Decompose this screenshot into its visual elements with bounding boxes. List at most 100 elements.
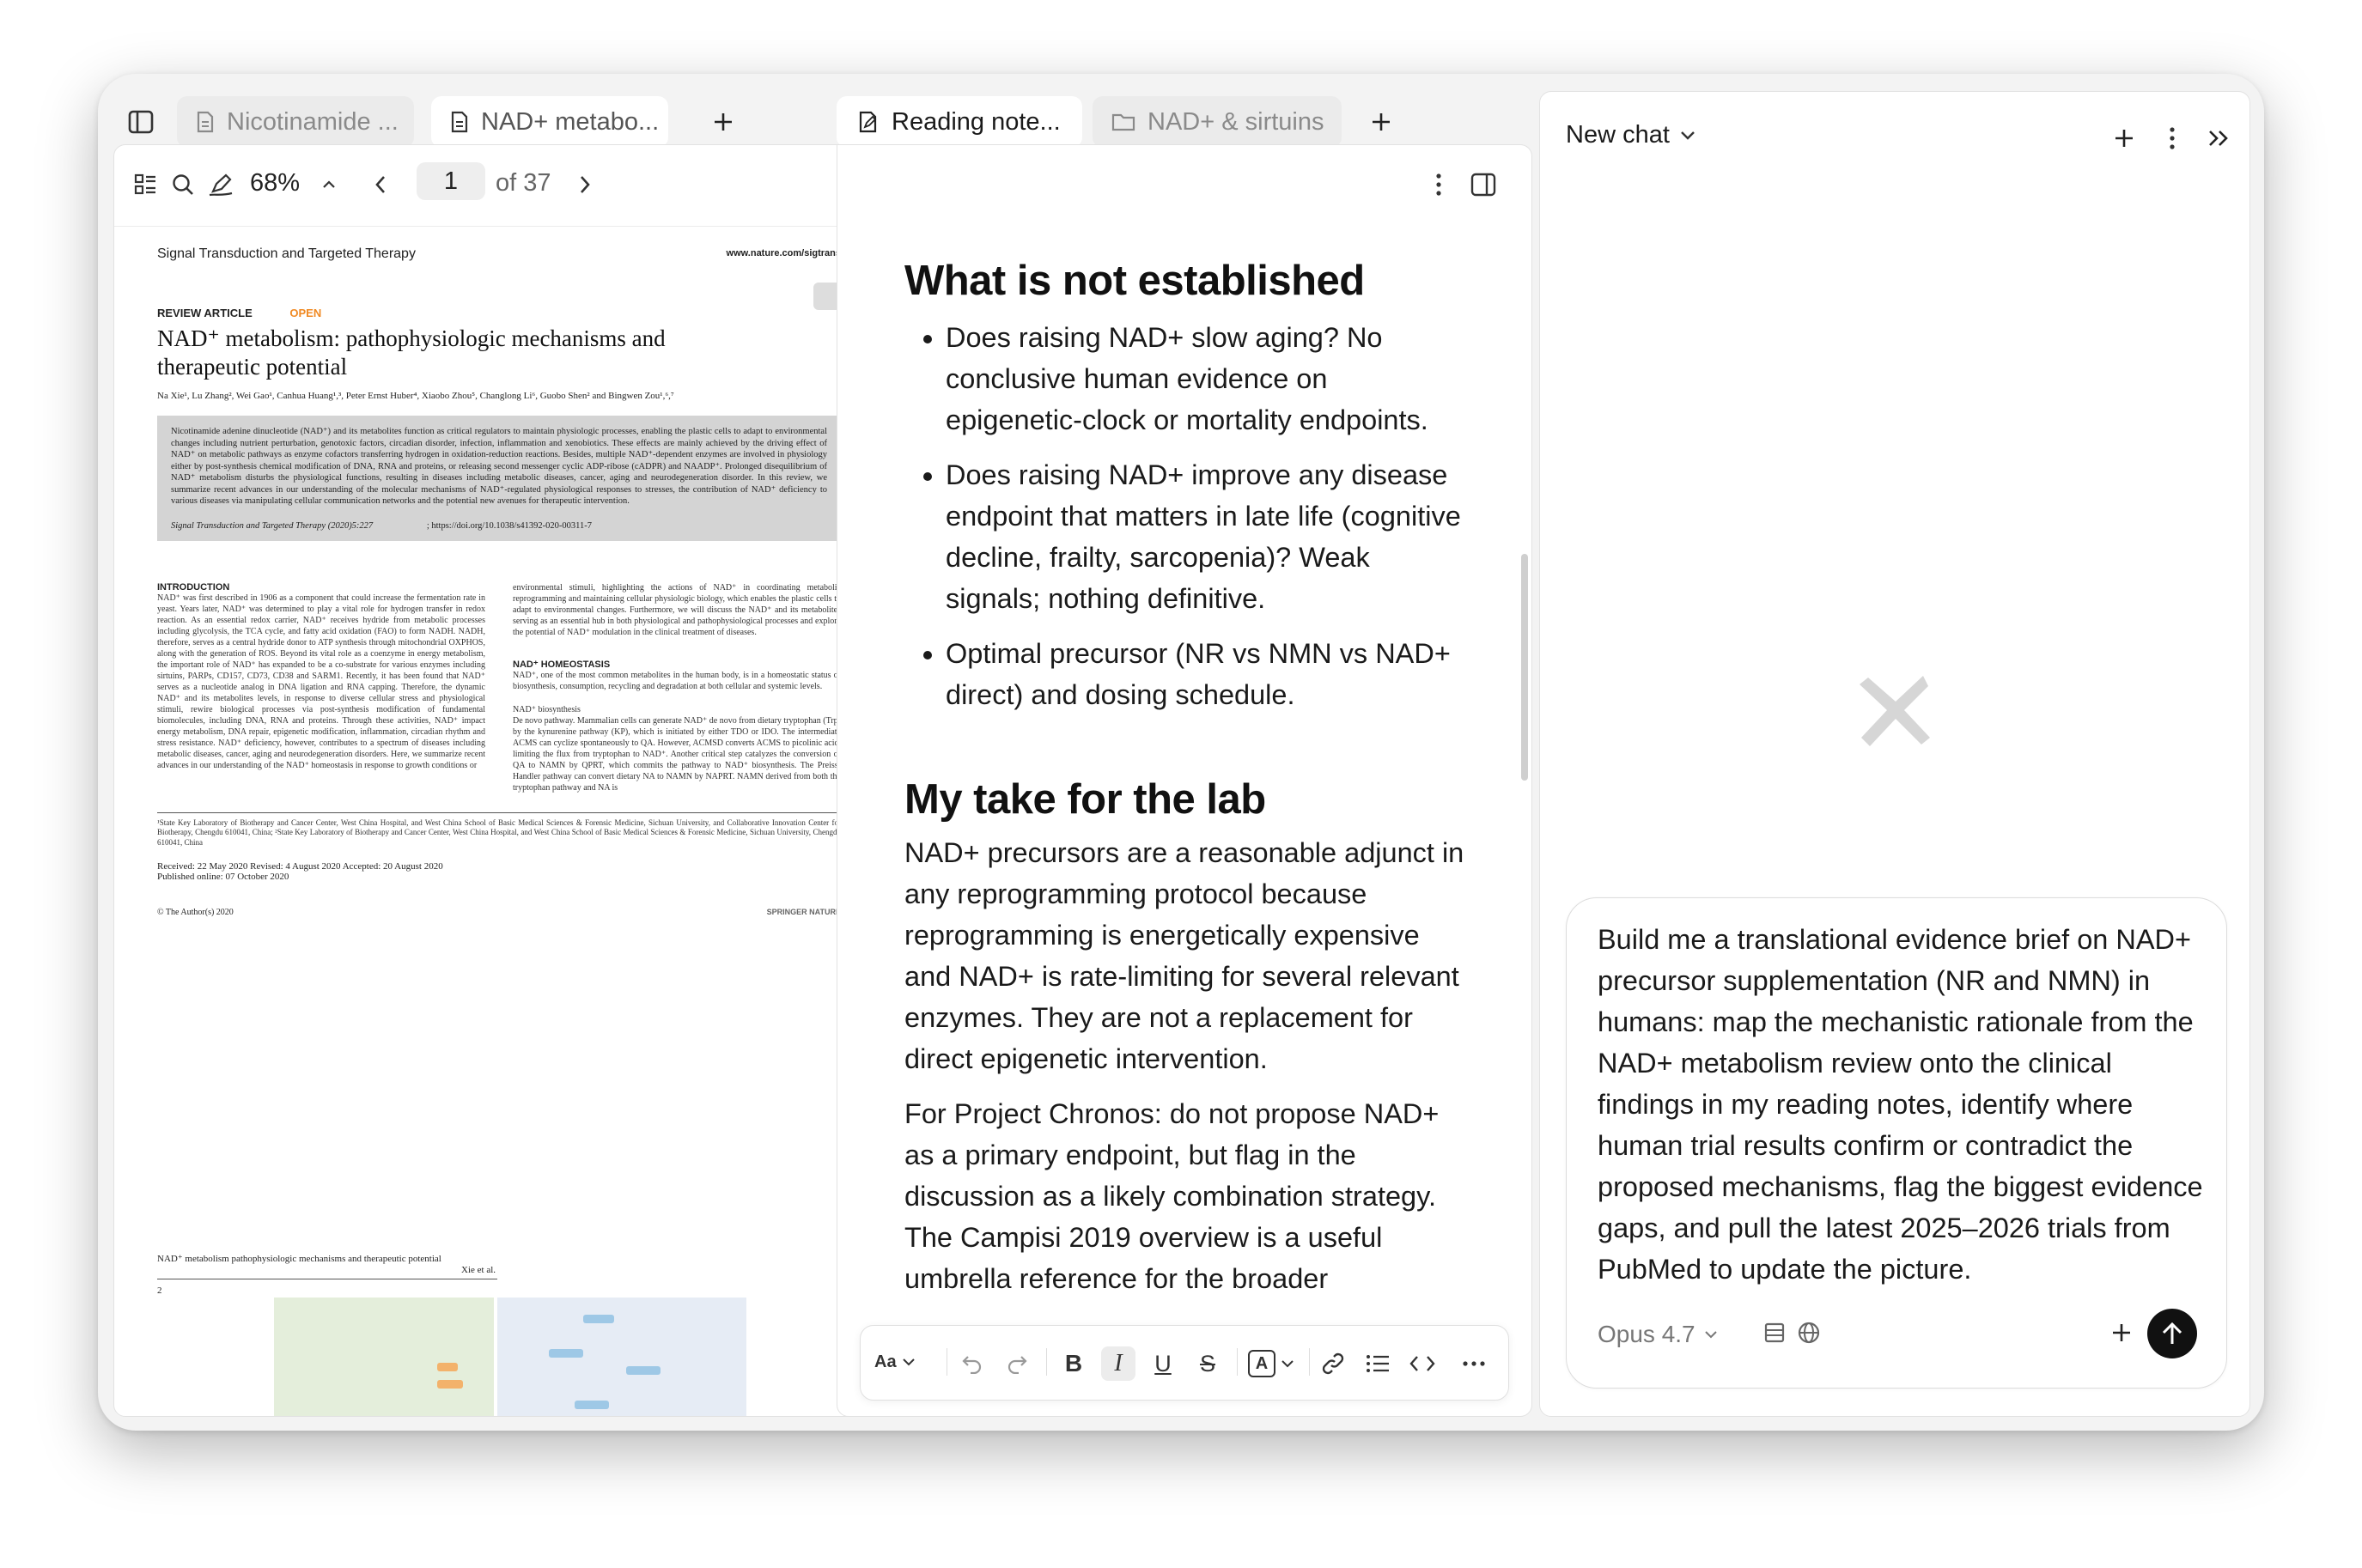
document-icon (196, 111, 215, 133)
article-type: REVIEW ARTICLE (157, 307, 253, 319)
running-title: NAD⁺ metabolism pathophysiologic mechani… (157, 1254, 441, 1264)
sidebar-toggle-icon[interactable] (122, 103, 160, 141)
tab-label: NAD+ & sirtuins (1148, 107, 1324, 136)
format-toolbar: Aa B I U S A (860, 1325, 1509, 1401)
prompt-text[interactable]: Build me a translational evidence brief … (1598, 919, 2207, 1290)
collapse-panel-icon[interactable] (2201, 121, 2236, 155)
tab-label: Nicotinamide ... (227, 107, 399, 136)
model-name: Opus 4.7 (1598, 1321, 1695, 1347)
pdf-page-2: NAD⁺ metabolism pathophysiologic mechani… (157, 1249, 841, 1416)
zoom-chevron-icon[interactable] (312, 167, 346, 202)
list-item: Does raising NAD+ improve any disease en… (946, 454, 1471, 619)
chevron-down-icon (1281, 1360, 1294, 1368)
tab-label: NAD+ metabo... (481, 107, 660, 136)
next-page-icon[interactable] (568, 167, 602, 202)
open-access-badge: OPEN (289, 307, 322, 319)
journal-url[interactable]: www.nature.com/sigtrans (727, 248, 841, 258)
section-heading-my-take: My take for the lab (904, 776, 1266, 823)
new-tab-plus-icon[interactable] (706, 105, 740, 139)
publisher-logo: SPRINGER NATURE (766, 908, 841, 916)
bold-icon[interactable]: B (1056, 1346, 1091, 1381)
chat-title: New chat (1566, 121, 1670, 149)
new-note-tab-plus-icon[interactable] (1364, 105, 1398, 139)
tab-label: Reading note... (892, 107, 1061, 136)
note-content: What is not established Does raising NAD… (904, 248, 1471, 1303)
context-icon[interactable] (1757, 1316, 1792, 1350)
doi[interactable]: ; https://doi.org/10.1038/s41392-020-003… (427, 521, 592, 531)
figure-panel-right (497, 1298, 746, 1416)
tab-nad-sirtuins[interactable]: NAD+ & sirtuins (1093, 96, 1342, 148)
new-chat-plus-icon[interactable] (2107, 121, 2141, 155)
chat-panel: New chat Build me a translational eviden… (1539, 91, 2250, 1417)
page-number: 2 (157, 1285, 162, 1296)
section-heading-not-established: What is not established (904, 258, 1365, 304)
code-icon[interactable] (1405, 1346, 1440, 1381)
notes-panel: What is not established Does raising NAD… (837, 144, 1532, 1417)
attach-plus-icon[interactable] (2104, 1316, 2139, 1350)
model-selector[interactable]: Opus 4.7 (1598, 1321, 1718, 1348)
more-options-icon[interactable] (2155, 121, 2189, 155)
copyright: © The Author(s) 2020 (157, 908, 234, 917)
notes-scrollbar[interactable] (1521, 554, 1528, 781)
paragraph: NAD+ precursors are a reasonable adjunct… (904, 837, 1464, 1074)
tab-nicotinamide[interactable]: Nicotinamide ... (177, 96, 414, 148)
col2-text: environmental stimuli, highlighting the … (513, 582, 841, 637)
article-title: NAD⁺ metabolism: pathophysiologic mechan… (157, 325, 666, 380)
citation: Signal Transduction and Targeted Therapy… (171, 520, 374, 531)
more-options-icon[interactable] (1421, 167, 1456, 202)
folder-icon (1111, 112, 1135, 132)
search-icon[interactable] (166, 167, 200, 202)
received-dates: Received: 22 May 2020 Revised: 4 August … (157, 861, 443, 872)
redo-icon[interactable] (1000, 1346, 1034, 1381)
strikethrough-icon[interactable]: S (1190, 1346, 1225, 1381)
note-edit-icon (857, 110, 880, 134)
figure-1 (274, 1298, 746, 1416)
globe-icon[interactable] (1792, 1316, 1826, 1350)
homeostasis-heading: NAD⁺ HOMEOSTASIS (513, 659, 611, 670)
italic-icon[interactable]: I (1101, 1346, 1135, 1381)
biosynthesis-text: De novo pathway. Mammalian cells can gen… (513, 715, 841, 793)
pdf-page-1: Signal Transduction and Targeted Therapy… (157, 240, 841, 1176)
font-style-dropdown[interactable]: Aa (874, 1345, 916, 1379)
tab-nad-metabolism[interactable]: NAD+ metabo... (431, 96, 668, 148)
abstract-box: Nicotinamide adenine dinucleotide (NAD⁺)… (157, 416, 841, 541)
pdf-viewer-panel: 68% 1 of 37 Signal Transduction and Targ… (113, 144, 924, 1417)
tab-reading-notes[interactable]: Reading note... (837, 96, 1082, 148)
notes-toolbar (837, 145, 1531, 226)
list-icon[interactable] (1361, 1346, 1395, 1381)
link-icon[interactable] (1316, 1346, 1350, 1381)
paragraph: For Project Chronos: do not propose NAD+… (904, 1098, 1440, 1294)
page-total: of 37 (496, 169, 551, 197)
more-icon[interactable] (1457, 1346, 1491, 1381)
thumbnails-icon[interactable] (128, 167, 162, 202)
intro-heading: INTRODUCTION (157, 581, 230, 593)
undo-icon[interactable] (955, 1346, 989, 1381)
running-authors: Xie et al. (461, 1265, 496, 1275)
zoom-level[interactable]: 68% (250, 169, 300, 198)
prev-page-icon[interactable] (363, 167, 398, 202)
list-item: Optimal precursor (NR vs NMN vs NAD+ dir… (946, 633, 1471, 715)
assistant-logo-icon (1854, 669, 1937, 751)
homeostasis-text: NAD⁺, one of the most common metabolites… (513, 670, 841, 691)
not-established-list: Does raising NAD+ slow aging? No conclus… (904, 317, 1471, 715)
arrow-up-icon (2162, 1322, 2182, 1344)
text-color-picker[interactable]: A (1244, 1346, 1299, 1381)
chevron-down-icon (902, 1358, 915, 1366)
send-button[interactable] (2147, 1309, 2197, 1358)
app-window: Nicotinamide ... NAD+ metabo... 68% 1 of… (98, 74, 2264, 1431)
chat-title-dropdown[interactable]: New chat (1566, 121, 1695, 149)
abstract-text: Nicotinamide adenine dinucleotide (NAD⁺)… (171, 427, 827, 506)
side-panel-icon[interactable] (1466, 167, 1501, 202)
list-item: Does raising NAD+ slow aging? No conclus… (946, 317, 1471, 441)
highlighter-icon[interactable] (204, 167, 238, 202)
intro-text: NAD⁺ was first described in 1906 as a co… (157, 593, 485, 770)
chat-input-box[interactable]: Build me a translational evidence brief … (1566, 897, 2227, 1389)
underline-icon[interactable]: U (1146, 1346, 1180, 1381)
author-list: Na Xie¹, Lu Zhang², Wei Gao¹, Canhua Hua… (157, 391, 674, 401)
journal-name: Signal Transduction and Targeted Therapy (157, 246, 416, 261)
page-number-input[interactable]: 1 (417, 162, 485, 200)
chevron-down-icon (1681, 131, 1695, 140)
published-date: Published online: 07 October 2020 (157, 872, 289, 882)
figure-panel-left (274, 1298, 494, 1416)
chevron-down-icon (1704, 1331, 1717, 1339)
